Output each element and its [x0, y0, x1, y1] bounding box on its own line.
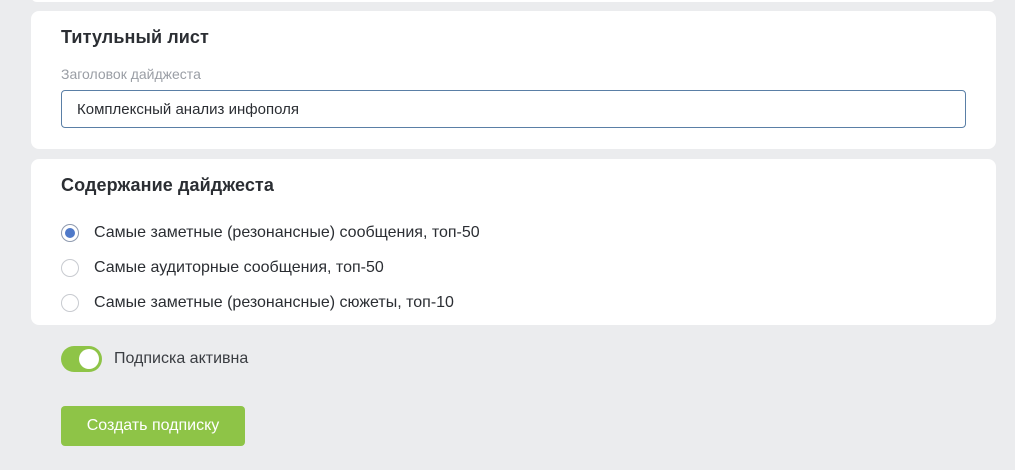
create-subscription-button[interactable]: Создать подписку — [61, 406, 245, 446]
radio-option-label: Самые заметные (резонансные) сюжеты, топ… — [94, 293, 454, 311]
content-radio-group: Самые заметные (резонансные) сообщения, … — [61, 215, 480, 320]
radio-checked-icon[interactable] — [61, 223, 79, 242]
radio-option-label: Самые аудиторные сообщения, топ-50 — [94, 258, 384, 276]
digest-content-heading: Содержание дайджеста — [61, 175, 274, 195]
digest-title-label: Заголовок дайджеста — [61, 66, 201, 82]
previous-card-edge — [31, 0, 996, 2]
subscription-toggle-row: Подписка активна — [61, 346, 248, 372]
radio-option-audience-messages[interactable]: Самые аудиторные сообщения, топ-50 — [61, 250, 480, 285]
radio-unchecked-icon[interactable] — [61, 293, 79, 312]
radio-unchecked-icon[interactable] — [61, 258, 79, 277]
digest-title-input[interactable] — [61, 90, 966, 128]
subscription-toggle-label: Подписка активна — [114, 350, 249, 367]
radio-option-resonant-messages[interactable]: Самые заметные (резонансные) сообщения, … — [61, 215, 480, 250]
subscription-active-toggle[interactable] — [61, 346, 102, 372]
title-page-heading: Титульный лист — [61, 27, 209, 47]
toggle-knob — [79, 349, 99, 369]
title-page-card: Титульный лист Заголовок дайджеста — [31, 11, 996, 149]
radio-option-label: Самые заметные (резонансные) сообщения, … — [94, 223, 480, 241]
digest-content-card: Содержание дайджеста Самые заметные (рез… — [31, 159, 996, 325]
radio-option-resonant-stories[interactable]: Самые заметные (резонансные) сюжеты, топ… — [61, 285, 480, 320]
